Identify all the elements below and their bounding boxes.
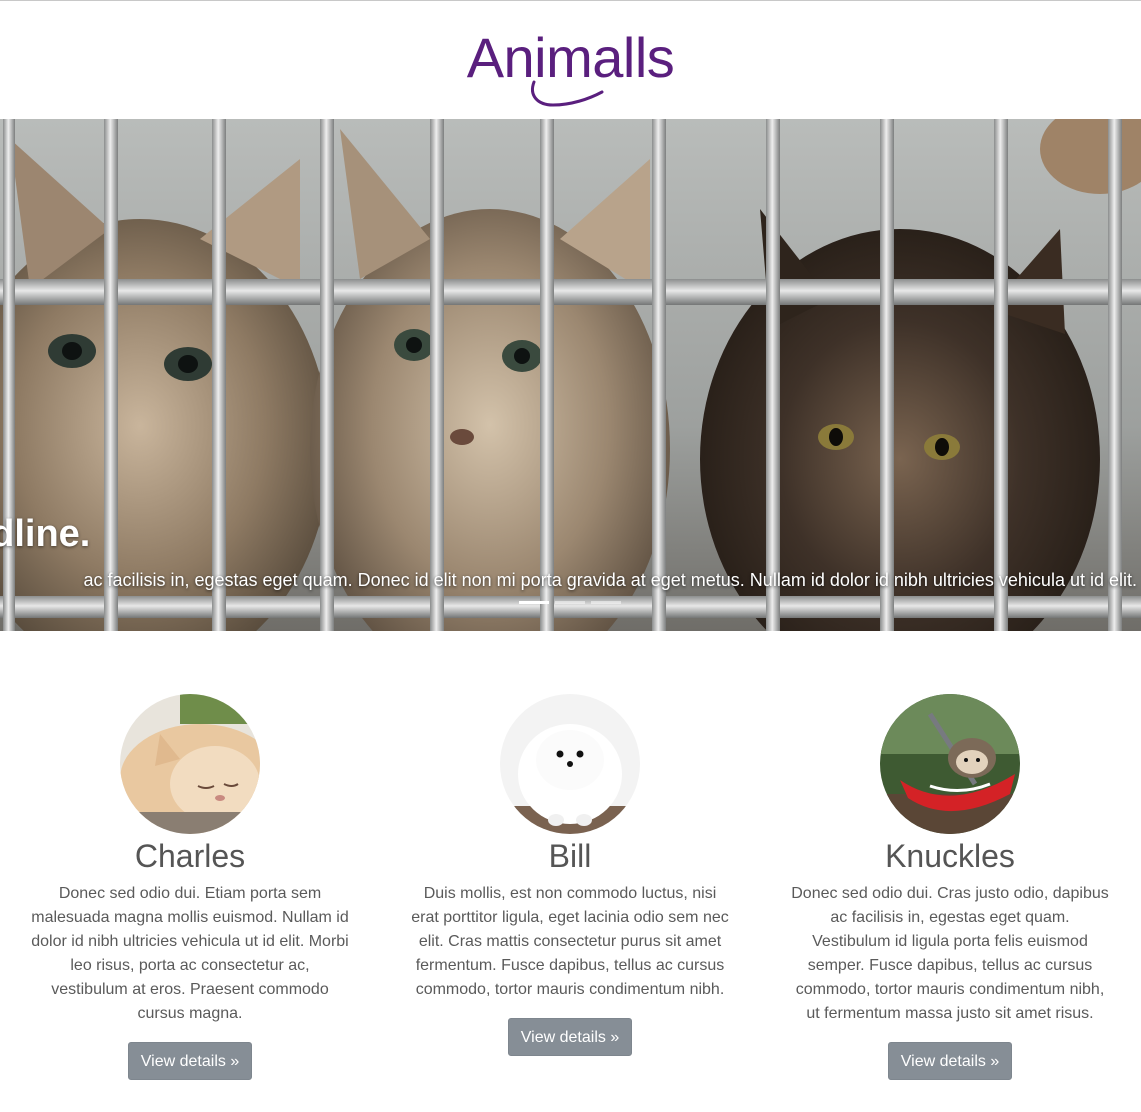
hero-carousel[interactable]: adline. ac facilisis in, egestas eget qu… bbox=[0, 119, 1141, 631]
feature-description: Donec sed odio dui. Etiam porta sem male… bbox=[31, 885, 349, 1022]
feature-column: Bill Duis mollis, est non commodo luctus… bbox=[405, 694, 735, 1056]
site-header: Animalls bbox=[0, 1, 1141, 119]
hedgehog-in-kayak-photo bbox=[880, 694, 1020, 834]
view-details-button[interactable]: View details » bbox=[887, 1042, 1013, 1080]
persian-cat-photo bbox=[120, 694, 260, 834]
carousel-caption: ac facilisis in, egestas eget quam. Done… bbox=[83, 570, 1137, 590]
white-pomeranian-photo bbox=[500, 694, 640, 834]
logo-smile-icon bbox=[531, 80, 604, 107]
carousel-indicator-1[interactable] bbox=[519, 601, 549, 604]
view-details-button[interactable]: View details » bbox=[507, 1018, 633, 1056]
feature-name: Knuckles bbox=[885, 838, 1015, 874]
carousel-headline: adline. bbox=[0, 513, 91, 555]
knuckles-avatar bbox=[880, 694, 1020, 834]
kittens-in-cage-photo bbox=[0, 119, 1141, 631]
carousel-indicator-3[interactable] bbox=[591, 601, 621, 604]
view-details-button[interactable]: View details » bbox=[127, 1042, 253, 1080]
feature-name: Charles bbox=[134, 838, 246, 874]
feature-description: Donec sed odio dui. Cras justo odio, dap… bbox=[791, 885, 1109, 1022]
feature-name: Bill bbox=[548, 838, 592, 874]
carousel-indicators bbox=[519, 601, 621, 604]
feature-description: Duis mollis, est non commodo luctus, nis… bbox=[411, 885, 729, 998]
feature-column: Knuckles Donec sed odio dui. Cras justo … bbox=[785, 694, 1115, 1080]
carousel-indicator-2[interactable] bbox=[555, 601, 585, 604]
bill-avatar bbox=[500, 694, 640, 834]
charles-avatar bbox=[120, 694, 260, 834]
feature-column: Charles Donec sed odio dui. Etiam porta … bbox=[25, 694, 355, 1080]
